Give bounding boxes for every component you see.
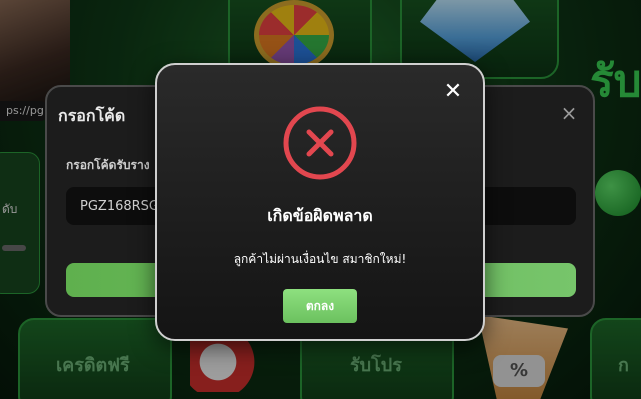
ok-button[interactable]: ตกลง <box>283 289 357 323</box>
close-icon[interactable]: ✕ <box>443 81 463 103</box>
error-title: เกิดข้อผิดพลาด <box>267 206 373 225</box>
close-icon[interactable]: × <box>560 103 578 123</box>
code-field-label: กรอกโค้ดรับราง <box>66 158 150 172</box>
code-modal-title: กรอกโค้ด <box>58 106 126 125</box>
error-x-circle-icon <box>283 106 357 180</box>
error-message: ลูกค้าไม่ผ่านเงื่อนไข สมาชิกใหม่! <box>233 252 407 266</box>
